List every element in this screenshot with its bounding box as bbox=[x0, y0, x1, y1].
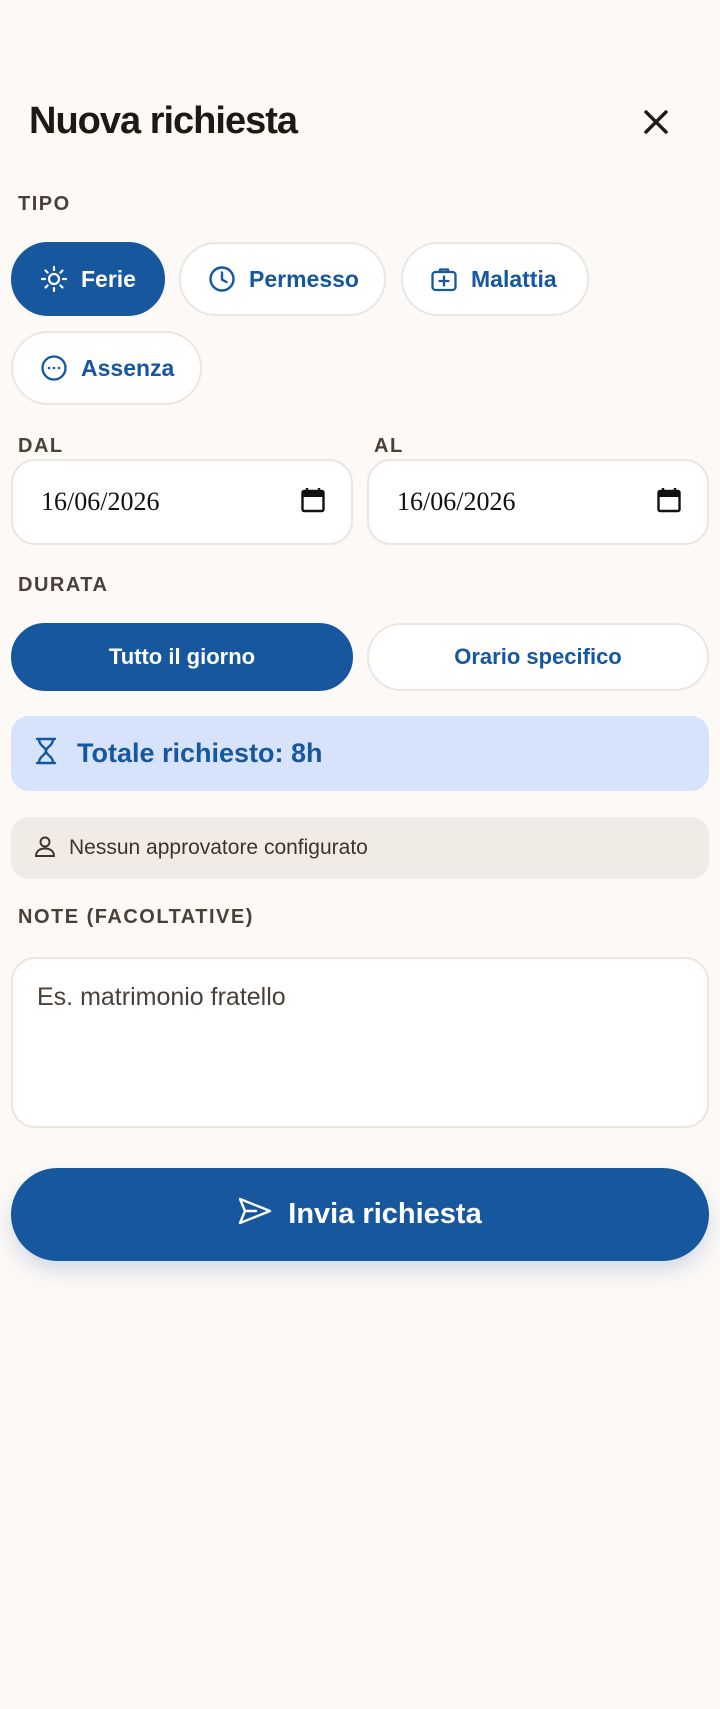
calendar-icon[interactable] bbox=[301, 487, 325, 518]
date-from-field[interactable]: 16/06/2026 bbox=[11, 459, 353, 545]
type-option-assenza[interactable]: Assenza bbox=[11, 331, 202, 405]
date-to-value: 16/06/2026 bbox=[397, 487, 516, 516]
page-title: Nuova richiesta bbox=[29, 100, 298, 142]
submit-label: Invia richiesta bbox=[288, 1198, 482, 1230]
more-circle-icon bbox=[39, 353, 69, 383]
approver-info: Nessun approvatore configurato bbox=[11, 817, 709, 879]
medical-kit-icon bbox=[429, 264, 459, 294]
new-request-sheet: Nuova richiesta TIPO Ferie Permesso Mala… bbox=[0, 0, 720, 1709]
duration-specific-time-button[interactable]: Orario specifico bbox=[367, 623, 709, 691]
sun-icon bbox=[39, 264, 69, 294]
type-option-permesso[interactable]: Permesso bbox=[179, 242, 386, 316]
notes-textarea[interactable] bbox=[11, 957, 709, 1128]
duration-section-label: DURATA bbox=[18, 574, 109, 596]
type-option-label: Permesso bbox=[249, 265, 359, 292]
send-icon bbox=[238, 1196, 272, 1234]
type-option-label: Malattia bbox=[471, 265, 557, 292]
type-option-malattia[interactable]: Malattia bbox=[401, 242, 589, 316]
user-icon bbox=[33, 834, 57, 863]
type-option-label: Ferie bbox=[81, 265, 136, 292]
close-icon bbox=[642, 108, 670, 141]
clock-icon bbox=[207, 264, 237, 294]
type-section-label: TIPO bbox=[18, 193, 71, 215]
total-requested-banner: Totale richiesto: 8h bbox=[11, 716, 709, 791]
total-requested-text: Totale richiesto: 8h bbox=[77, 738, 323, 768]
type-option-ferie[interactable]: Ferie bbox=[11, 242, 165, 316]
date-from-value: 16/06/2026 bbox=[41, 487, 160, 516]
calendar-icon[interactable] bbox=[657, 487, 681, 518]
notes-section-label: NOTE (FACOLTATIVE) bbox=[18, 906, 254, 928]
type-option-label: Assenza bbox=[81, 354, 175, 381]
date-to-field[interactable]: 16/06/2026 bbox=[367, 459, 709, 545]
duration-all-day-button[interactable]: Tutto il giorno bbox=[11, 623, 353, 691]
approver-text: Nessun approvatore configurato bbox=[69, 836, 368, 859]
close-button[interactable] bbox=[636, 104, 676, 144]
date-from-label: DAL bbox=[18, 435, 64, 457]
submit-request-button[interactable]: Invia richiesta bbox=[11, 1168, 709, 1261]
date-to-label: AL bbox=[374, 435, 404, 457]
hourglass-icon bbox=[35, 737, 57, 770]
